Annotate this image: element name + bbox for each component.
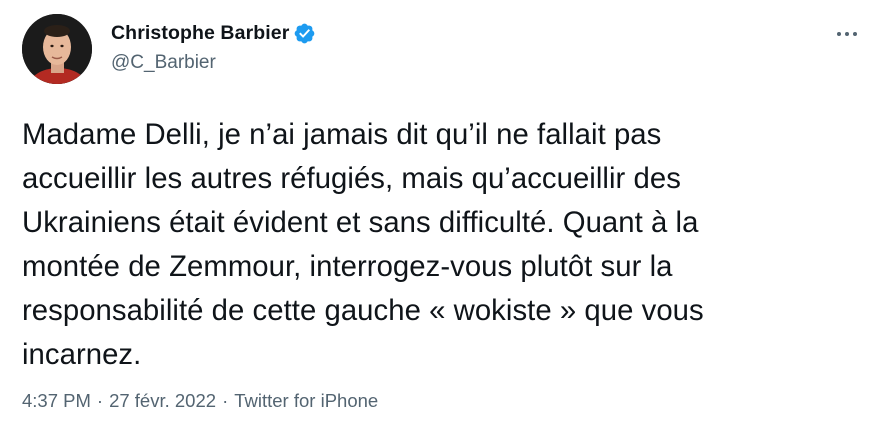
avatar[interactable] (22, 14, 92, 84)
user-info: Christophe Barbier @C_Barbier (111, 20, 316, 74)
tweet-time[interactable]: 4:37 PM (22, 390, 91, 412)
tweet-header: Christophe Barbier @C_Barbier (22, 14, 862, 86)
tweet-date[interactable]: 27 févr. 2022 (109, 390, 216, 412)
meta-separator: · (96, 390, 104, 411)
more-dot (837, 32, 841, 36)
tweet-meta: 4:37 PM · 27 févr. 2022 · Twitter for iP… (22, 390, 378, 412)
more-options-icon[interactable] (832, 24, 862, 44)
more-dot (853, 32, 857, 36)
display-name[interactable]: Christophe Barbier (111, 22, 289, 45)
user-handle[interactable]: @C_Barbier (111, 52, 316, 74)
tweet-source[interactable]: Twitter for iPhone (234, 390, 378, 412)
tweet-text: Madame Delli, je n’ai jamais dit qu’il n… (22, 118, 704, 371)
verified-badge-icon (293, 22, 316, 45)
more-dot (845, 32, 849, 36)
meta-separator: · (222, 390, 229, 411)
tweet-card: Christophe Barbier @C_Barbier Madame Del… (0, 0, 881, 438)
avatar-image (22, 14, 92, 84)
name-row: Christophe Barbier (111, 20, 316, 46)
